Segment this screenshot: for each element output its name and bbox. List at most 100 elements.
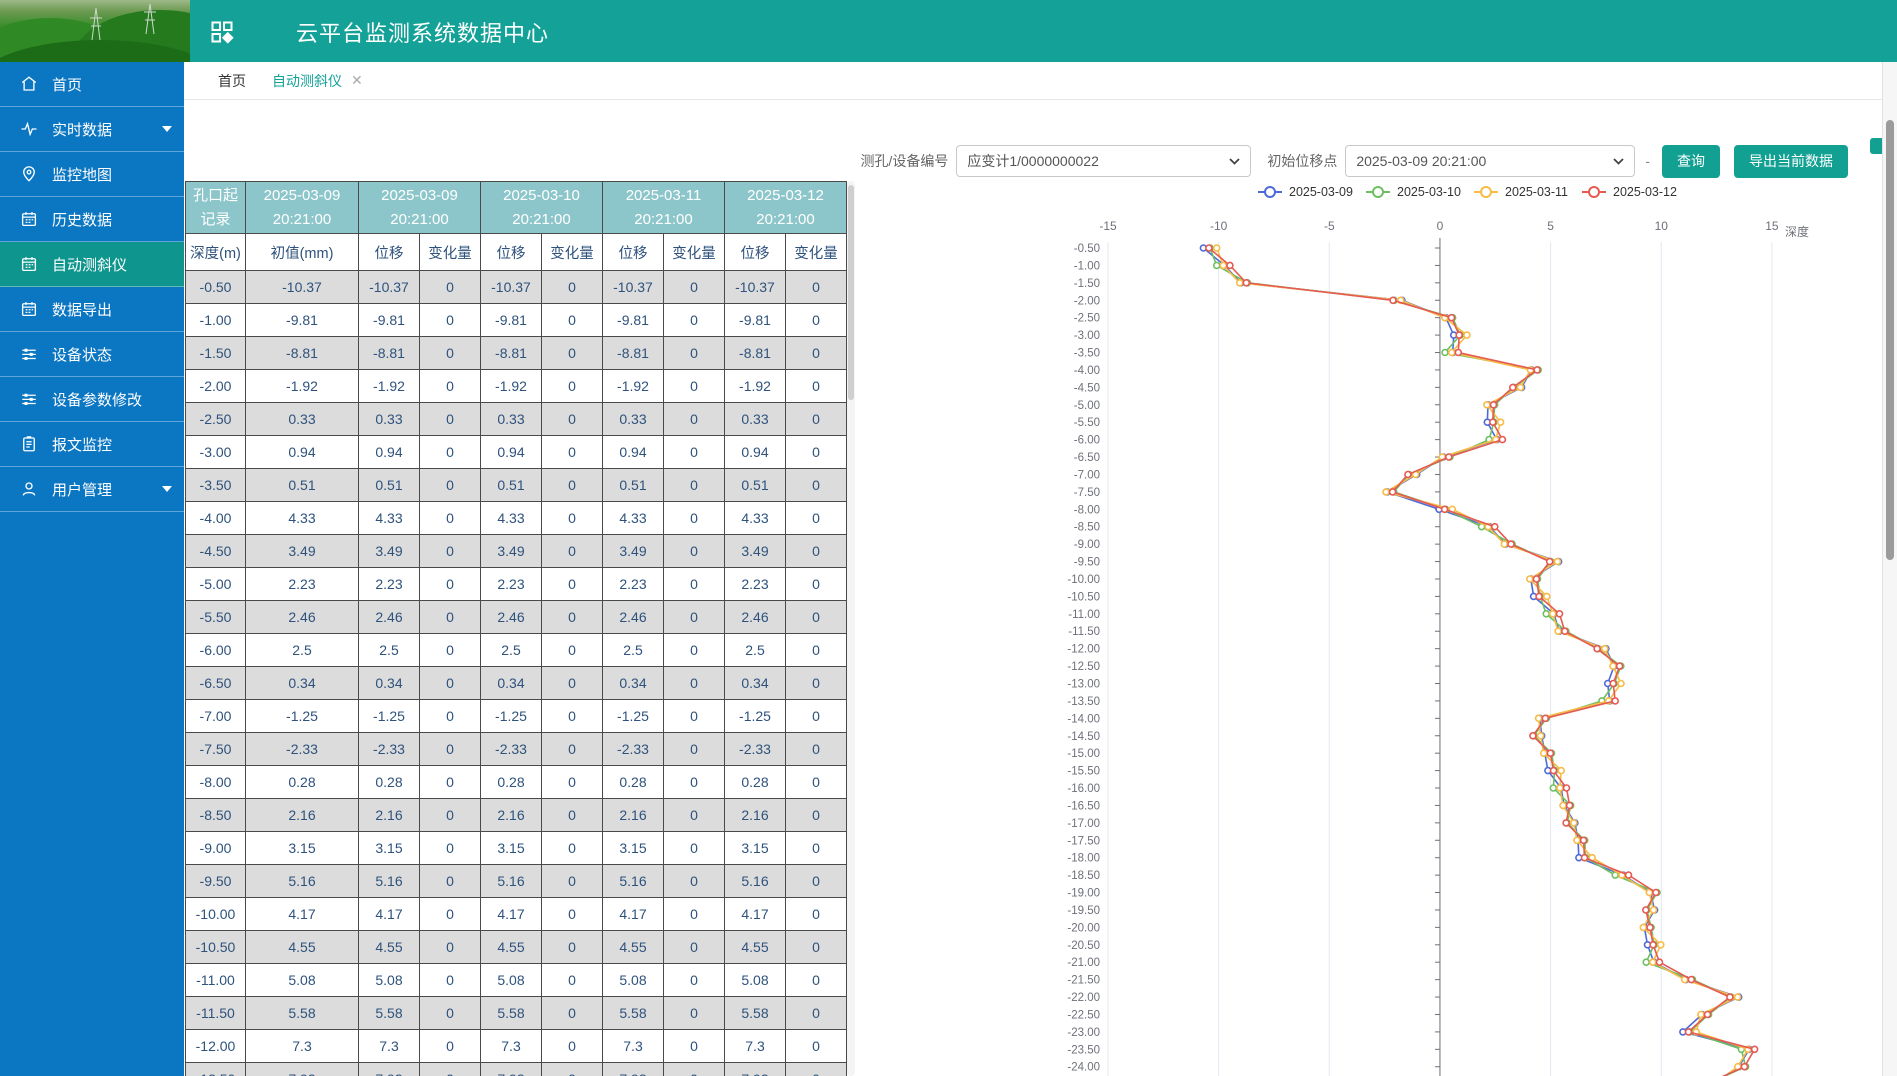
data-point[interactable]: [1657, 959, 1663, 965]
sidebar-item-6[interactable]: 设备状态: [0, 332, 184, 377]
data-point[interactable]: [1442, 350, 1448, 356]
legend-label[interactable]: 2025-03-11: [1505, 185, 1568, 199]
sidebar-item-3[interactable]: 历史数据: [0, 197, 184, 242]
data-point[interactable]: [1206, 245, 1212, 251]
legend-label[interactable]: 2025-03-10: [1397, 185, 1461, 199]
data-point[interactable]: [1456, 332, 1462, 338]
data-point[interactable]: [1491, 402, 1497, 408]
data-point[interactable]: [1536, 715, 1542, 721]
data-point[interactable]: [1542, 715, 1548, 721]
data-point[interactable]: [1742, 1064, 1748, 1070]
tab-home[interactable]: 首页: [218, 62, 246, 99]
data-point[interactable]: [1698, 1012, 1704, 1018]
data-point[interactable]: [1527, 576, 1533, 582]
data-point[interactable]: [1214, 245, 1220, 251]
data-point[interactable]: [1653, 890, 1659, 896]
data-point[interactable]: [1560, 802, 1566, 808]
data-point[interactable]: [1510, 384, 1516, 390]
data-point[interactable]: [1243, 280, 1249, 286]
data-point[interactable]: [1557, 785, 1563, 791]
page-scrollbar-thumb[interactable]: [1886, 120, 1894, 560]
data-point[interactable]: [1647, 924, 1653, 930]
data-point[interactable]: [1518, 384, 1524, 390]
sidebar-item-2[interactable]: 监控地图: [0, 152, 184, 197]
data-point[interactable]: [1501, 541, 1507, 547]
data-point[interactable]: [1390, 489, 1396, 495]
data-point[interactable]: [1533, 576, 1539, 582]
sidebar-item-0[interactable]: 首页: [0, 62, 184, 107]
data-point[interactable]: [1557, 611, 1563, 617]
data-point[interactable]: [1484, 402, 1490, 408]
query-button[interactable]: 查询: [1662, 145, 1720, 178]
data-point[interactable]: [1530, 733, 1536, 739]
data-point[interactable]: [1752, 1046, 1758, 1052]
data-point[interactable]: [1555, 559, 1561, 565]
data-point[interactable]: [1543, 611, 1549, 617]
data-point[interactable]: [1567, 802, 1573, 808]
data-point[interactable]: [1492, 524, 1498, 530]
data-point[interactable]: [1442, 506, 1448, 512]
data-point[interactable]: [1449, 350, 1455, 356]
data-point[interactable]: [1464, 332, 1470, 338]
data-point[interactable]: [1594, 646, 1600, 652]
tab-close-icon[interactable]: ✕: [351, 72, 363, 89]
data-point[interactable]: [1735, 994, 1741, 1000]
page-scrollbar[interactable]: [1882, 62, 1897, 1076]
data-point[interactable]: [1612, 698, 1618, 704]
data-point[interactable]: [1582, 855, 1588, 861]
data-point[interactable]: [1214, 262, 1220, 268]
data-point[interactable]: [1455, 350, 1461, 356]
data-point[interactable]: [1610, 663, 1616, 669]
data-point[interactable]: [1405, 472, 1411, 478]
data-point[interactable]: [1658, 942, 1664, 948]
data-point[interactable]: [1574, 837, 1580, 843]
data-point[interactable]: [1508, 541, 1514, 547]
data-point[interactable]: [1564, 785, 1570, 791]
data-point[interactable]: [1558, 768, 1564, 774]
data-point[interactable]: [1547, 559, 1553, 565]
initial-point-select[interactable]: 2025-03-09 20:21:00: [1345, 145, 1635, 177]
table-scrollbar[interactable]: [847, 181, 855, 1076]
data-point[interactable]: [1547, 750, 1553, 756]
data-point[interactable]: [1650, 942, 1656, 948]
data-point[interactable]: [1686, 1029, 1692, 1035]
tab-inclinometer[interactable]: 自动测斜仪 ✕: [272, 62, 363, 99]
data-point[interactable]: [1626, 872, 1632, 878]
data-point[interactable]: [1650, 959, 1656, 965]
legend-label[interactable]: 2025-03-12: [1613, 185, 1677, 199]
data-point[interactable]: [1544, 593, 1550, 599]
data-point[interactable]: [1705, 1012, 1711, 1018]
export-current-data-button[interactable]: 导出当前数据: [1734, 145, 1848, 178]
sidebar-item-1[interactable]: 实时数据: [0, 107, 184, 152]
data-point[interactable]: [1555, 628, 1561, 634]
data-point[interactable]: [1220, 262, 1226, 268]
data-point[interactable]: [1651, 907, 1657, 913]
sidebar-item-9[interactable]: 用户管理: [0, 467, 184, 512]
sidebar-item-8[interactable]: 报文监控: [0, 422, 184, 467]
data-point[interactable]: [1550, 785, 1556, 791]
data-point[interactable]: [1390, 297, 1396, 303]
data-point[interactable]: [1449, 315, 1455, 321]
data-point[interactable]: [1550, 611, 1556, 617]
data-point[interactable]: [1237, 280, 1243, 286]
data-point[interactable]: [1610, 681, 1616, 687]
data-point[interactable]: [1563, 820, 1569, 826]
sidebar-item-5[interactable]: 数据导出: [0, 287, 184, 332]
data-point[interactable]: [1562, 628, 1568, 634]
data-point[interactable]: [1536, 593, 1542, 599]
data-point[interactable]: [1498, 419, 1504, 425]
data-point[interactable]: [1541, 750, 1547, 756]
data-point[interactable]: [1499, 437, 1505, 443]
sidebar-item-4[interactable]: 自动测斜仪: [0, 242, 184, 287]
layout-grid-icon[interactable]: [210, 20, 234, 44]
data-point[interactable]: [1571, 820, 1577, 826]
sidebar-item-7[interactable]: 设备参数修改: [0, 377, 184, 422]
data-point[interactable]: [1534, 367, 1540, 373]
data-point[interactable]: [1446, 454, 1452, 460]
device-select[interactable]: 应变计1/0000000022: [956, 145, 1251, 177]
data-point[interactable]: [1640, 924, 1646, 930]
data-point[interactable]: [1643, 907, 1649, 913]
data-point[interactable]: [1538, 733, 1544, 739]
data-point[interactable]: [1643, 959, 1649, 965]
data-point[interactable]: [1551, 768, 1557, 774]
